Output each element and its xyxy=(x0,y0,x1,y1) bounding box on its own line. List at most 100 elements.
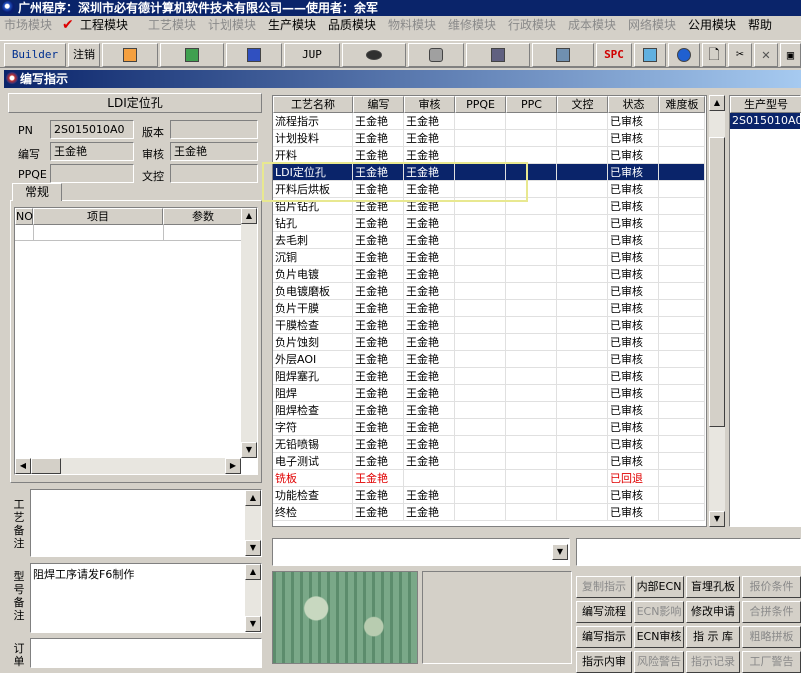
calendar-button[interactable] xyxy=(634,43,666,67)
cell-empty[interactable] xyxy=(557,368,608,385)
cell-author[interactable]: 王金艳 xyxy=(353,402,404,419)
ppqe-field[interactable] xyxy=(50,164,134,183)
scroll-up-icon[interactable]: ▲ xyxy=(709,95,725,111)
cell-empty[interactable] xyxy=(557,470,608,487)
grid-vscrollbar[interactable]: ▲ ▼ xyxy=(709,95,725,527)
action-button[interactable]: 指 示 库 xyxy=(686,626,740,648)
cell-empty[interactable] xyxy=(455,385,506,402)
cell-empty[interactable] xyxy=(506,487,557,504)
save-button[interactable]: ▣ xyxy=(780,43,801,67)
cell-reviewer[interactable] xyxy=(404,470,455,487)
table-row[interactable]: 无铅喷锡 王金艳 王金艳 已审核 xyxy=(273,436,705,453)
cell-name[interactable]: 阻焊检查 xyxy=(273,402,353,419)
cell-author[interactable]: 王金艳 xyxy=(353,419,404,436)
header-author[interactable]: 编写 xyxy=(353,96,404,113)
cell-status[interactable]: 已审核 xyxy=(608,300,659,317)
cell-empty[interactable] xyxy=(506,368,557,385)
cell-reviewer[interactable]: 王金艳 xyxy=(404,368,455,385)
cell-empty[interactable] xyxy=(557,198,608,215)
table-row[interactable]: 铝片钻孔 王金艳 王金艳 已审核 xyxy=(273,198,705,215)
cell-empty[interactable] xyxy=(455,181,506,198)
cell-reviewer[interactable]: 王金艳 xyxy=(404,453,455,470)
cell-name[interactable]: 负片干膜 xyxy=(273,300,353,317)
cell-empty[interactable] xyxy=(557,504,608,521)
cell-empty[interactable] xyxy=(659,334,705,351)
table-row[interactable]: 计划投料 王金艳 王金艳 已审核 xyxy=(273,130,705,147)
cell-empty[interactable] xyxy=(557,402,608,419)
cell-author[interactable]: 王金艳 xyxy=(353,181,404,198)
action-button[interactable]: ECN审核 xyxy=(634,626,684,648)
author-field[interactable]: 王金艳 xyxy=(50,142,134,161)
cell-status[interactable]: 已审核 xyxy=(608,249,659,266)
cell-status[interactable]: 已回退 xyxy=(608,470,659,487)
cell-name[interactable]: 流程指示 xyxy=(273,113,353,130)
cell-empty[interactable] xyxy=(557,249,608,266)
search-field[interactable] xyxy=(576,538,801,566)
cell-empty[interactable] xyxy=(506,283,557,300)
cell-author[interactable]: 王金艳 xyxy=(353,470,404,487)
cell-empty[interactable] xyxy=(659,436,705,453)
cell-name[interactable]: 终检 xyxy=(273,504,353,521)
cell-empty[interactable] xyxy=(455,283,506,300)
cell-empty[interactable] xyxy=(455,453,506,470)
cell-empty[interactable] xyxy=(659,181,705,198)
control-field[interactable] xyxy=(170,164,258,183)
table-row[interactable]: 外层AOI 王金艳 王金艳 已审核 xyxy=(273,351,705,368)
cell-empty[interactable] xyxy=(506,181,557,198)
cell-reviewer[interactable]: 王金艳 xyxy=(404,147,455,164)
table-row[interactable]: 功能检查 王金艳 王金艳 已审核 xyxy=(273,487,705,504)
action-button[interactable]: 盲埋孔板 xyxy=(686,576,740,598)
builder-button[interactable]: Builder xyxy=(4,43,66,67)
cell-empty[interactable] xyxy=(506,351,557,368)
cell-status[interactable]: 已审核 xyxy=(608,232,659,249)
cut-button[interactable]: ✂ xyxy=(728,43,752,67)
globe-button[interactable] xyxy=(668,43,700,67)
cell-status[interactable]: 已审核 xyxy=(608,215,659,232)
cell-author[interactable]: 王金艳 xyxy=(353,130,404,147)
params-header-item[interactable]: 项目 xyxy=(33,208,163,225)
cell-empty[interactable] xyxy=(557,283,608,300)
table-row[interactable]: 开料后烘板 王金艳 王金艳 已审核 xyxy=(273,181,705,198)
menu-plan[interactable]: 计划模块 xyxy=(208,16,256,34)
cell-author[interactable]: 王金艳 xyxy=(353,147,404,164)
cell-status[interactable]: 已审核 xyxy=(608,504,659,521)
cell-empty[interactable] xyxy=(557,147,608,164)
cell-reviewer[interactable]: 王金艳 xyxy=(404,351,455,368)
cell-empty[interactable] xyxy=(659,300,705,317)
cell-empty[interactable] xyxy=(557,232,608,249)
word-button[interactable] xyxy=(226,43,282,67)
spc-button[interactable]: SPC xyxy=(596,43,632,67)
cell-empty[interactable] xyxy=(659,504,705,521)
new-file-button[interactable]: 🗋 xyxy=(702,43,726,67)
cell-empty[interactable] xyxy=(455,351,506,368)
cell-empty[interactable] xyxy=(659,368,705,385)
cell-name[interactable]: 功能检查 xyxy=(273,487,353,504)
header-status[interactable]: 状态 xyxy=(608,96,659,113)
cell-status[interactable]: 已审核 xyxy=(608,147,659,164)
version-field[interactable] xyxy=(170,120,258,139)
cell-empty[interactable] xyxy=(455,130,506,147)
cell-empty[interactable] xyxy=(659,453,705,470)
cell-reviewer[interactable]: 王金艳 xyxy=(404,198,455,215)
cell-author[interactable]: 王金艳 xyxy=(353,453,404,470)
reviewer-field[interactable]: 王金艳 xyxy=(170,142,258,161)
model-note-field[interactable]: 阻焊工序请发F6制作 ▲ ▼ xyxy=(30,563,262,633)
cell-author[interactable]: 王金艳 xyxy=(353,198,404,215)
table-row[interactable]: 流程指示 王金艳 王金艳 已审核 xyxy=(273,113,705,130)
view-button[interactable] xyxy=(342,43,406,67)
menu-help[interactable]: 帮助 xyxy=(748,16,772,34)
cell-empty[interactable] xyxy=(506,436,557,453)
tab-general[interactable]: 常规 xyxy=(12,183,62,201)
cell-empty[interactable] xyxy=(659,266,705,283)
grid-vscroll-thumb[interactable] xyxy=(709,137,725,427)
cell-empty[interactable] xyxy=(659,249,705,266)
cell-reviewer[interactable]: 王金艳 xyxy=(404,504,455,521)
cell-name[interactable]: 去毛刺 xyxy=(273,232,353,249)
cell-empty[interactable] xyxy=(455,232,506,249)
cell-reviewer[interactable]: 王金艳 xyxy=(404,266,455,283)
cell-reviewer[interactable]: 王金艳 xyxy=(404,249,455,266)
cell-author[interactable]: 王金艳 xyxy=(353,266,404,283)
header-process-name[interactable]: 工艺名称 xyxy=(273,96,353,113)
cell-empty[interactable] xyxy=(455,198,506,215)
cell-empty[interactable] xyxy=(506,232,557,249)
